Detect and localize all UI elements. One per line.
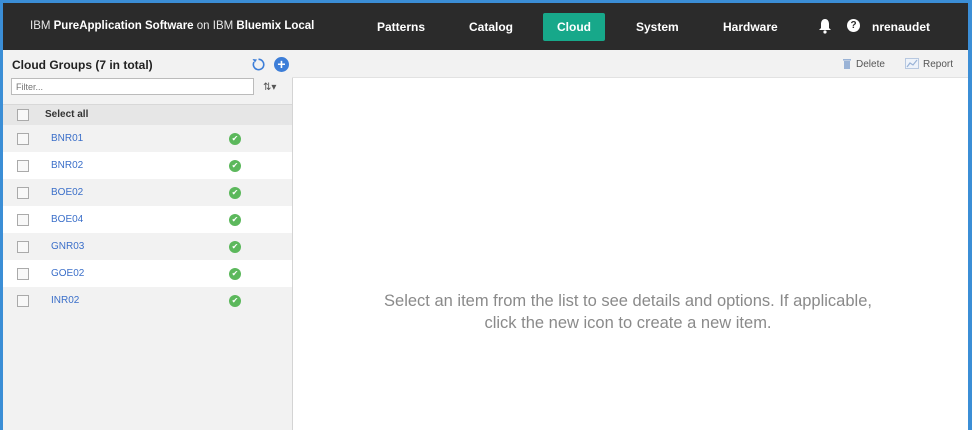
help-icon[interactable]: ? [847,19,860,32]
detail-toolbar: Delete Report [292,50,968,78]
status-ok-icon: ✔ [229,187,241,199]
list-item[interactable]: BNR01 ✔ [3,125,292,152]
select-all-label: Select all [45,109,89,120]
status-ok-icon: ✔ [229,133,241,145]
list-item[interactable]: INR02 ✔ [3,287,292,314]
select-all-checkbox[interactable] [17,109,29,121]
delete-label: Delete [856,59,885,70]
status-ok-icon: ✔ [229,241,241,253]
status-ok-icon: ✔ [229,268,241,280]
list-item[interactable]: BOE02 ✔ [3,179,292,206]
cloud-groups-panel: Cloud Groups (7 in total) + ⇅▾ Select al… [3,50,293,430]
status-ok-icon: ✔ [229,160,241,172]
row-checkbox[interactable] [17,214,29,226]
cloud-group-link[interactable]: BOE02 [51,187,83,198]
report-label: Report [923,59,954,70]
sort-menu-icon[interactable]: ⇅▾ [263,82,276,93]
empty-state-line-2: click the new icon to create a new item. [484,314,772,332]
list-item[interactable]: BOE04 ✔ [3,206,292,233]
nav-cloud[interactable]: Cloud [543,13,605,41]
trash-icon [843,59,851,69]
cloud-group-link[interactable]: BOE04 [51,214,83,225]
list-item[interactable]: GOE02 ✔ [3,260,292,287]
empty-state-line-1: Select an item from the list to see deta… [384,292,872,310]
nav-system[interactable]: System [636,20,679,34]
app-window: IBM PureApplication Software on IBM Blue… [3,3,968,430]
nav-catalog[interactable]: Catalog [469,20,513,34]
nav-patterns[interactable]: Patterns [377,20,425,34]
product-title: IBM PureApplication Software on IBM Blue… [30,20,315,32]
status-ok-icon: ✔ [229,214,241,226]
user-menu[interactable]: nrenaudet [872,20,930,34]
row-checkbox[interactable] [17,160,29,172]
cloud-group-link[interactable]: GNR03 [51,241,84,252]
notifications-bell-icon[interactable] [818,18,832,34]
delete-button[interactable]: Delete [842,58,885,70]
row-checkbox[interactable] [17,133,29,145]
refresh-icon[interactable] [251,57,266,72]
status-ok-icon: ✔ [229,295,241,307]
cloud-group-link[interactable]: GOE02 [51,268,84,279]
cloud-group-link[interactable]: BNR01 [51,133,83,144]
top-navigation-bar: IBM PureApplication Software on IBM Blue… [3,3,968,50]
report-icon [905,58,919,69]
empty-state-message: Select an item from the list to see deta… [303,290,953,334]
filter-input[interactable] [11,78,254,95]
panel-title: Cloud Groups (7 in total) [12,58,153,72]
row-checkbox[interactable] [17,268,29,280]
row-checkbox[interactable] [17,241,29,253]
cloud-group-link[interactable]: INR02 [51,295,79,306]
list-item[interactable]: GNR03 ✔ [3,233,292,260]
row-checkbox[interactable] [17,295,29,307]
select-all-row: Select all [3,104,292,126]
report-button[interactable]: Report [905,58,953,70]
new-cloud-group-icon[interactable]: + [274,57,289,72]
cloud-group-link[interactable]: BNR02 [51,160,83,171]
list-item[interactable]: BNR02 ✔ [3,152,292,179]
nav-hardware[interactable]: Hardware [723,20,778,34]
row-checkbox[interactable] [17,187,29,199]
